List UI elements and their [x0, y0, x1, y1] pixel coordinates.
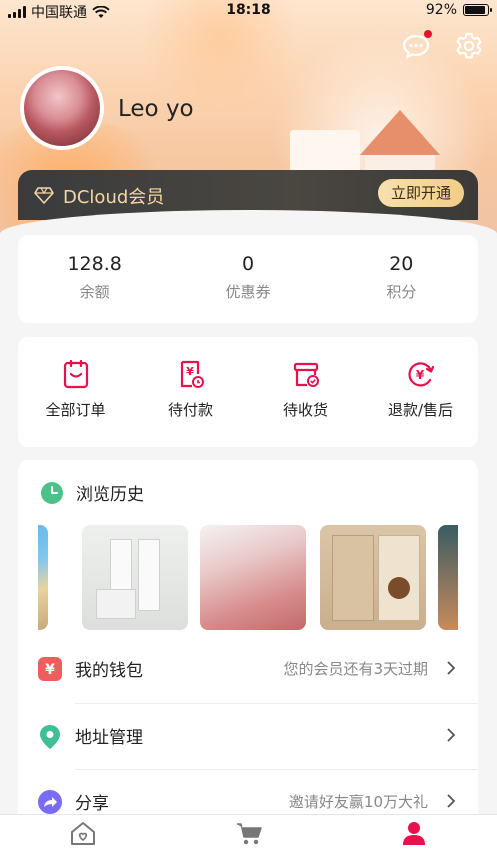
pending-delivery-button[interactable]: 待收货 — [248, 337, 363, 447]
clock: 18:18 — [226, 2, 271, 18]
points-stat[interactable]: 20 积分 — [325, 235, 478, 323]
coupon-stat[interactable]: 0 优惠券 — [171, 235, 324, 323]
pending-payment-button[interactable]: ¥ 待付款 — [133, 337, 248, 447]
avatar[interactable] — [20, 66, 104, 150]
tab-cart[interactable] — [166, 815, 332, 851]
refund-icon: ¥ — [408, 362, 434, 387]
pending-delivery-label: 待收货 — [282, 401, 328, 419]
history-thumbnail[interactable] — [38, 525, 48, 630]
history-header[interactable]: 浏览历史 — [40, 480, 144, 505]
chevron-right-icon — [447, 728, 456, 742]
points-value: 20 — [389, 253, 414, 275]
balance-stat[interactable]: 128.8 余额 — [18, 235, 171, 323]
clock-icon — [41, 481, 63, 504]
bottom-tab-bar — [0, 814, 497, 851]
activate-vip-button[interactable]: 立即开通 — [378, 179, 464, 207]
refund-button[interactable]: ¥ 退款/售后 — [363, 337, 478, 447]
svg-text:¥: ¥ — [415, 368, 424, 382]
refund-label: 退款/售后 — [387, 401, 454, 419]
history-thumbnail[interactable] — [438, 525, 458, 630]
pending-delivery-icon — [293, 362, 319, 387]
home-icon — [70, 822, 95, 845]
chevron-right-icon — [447, 794, 456, 808]
settings-gear-icon[interactable] — [453, 30, 485, 62]
tab-home[interactable] — [0, 815, 166, 851]
history-thumbnails[interactable] — [38, 525, 458, 630]
cart-icon — [236, 823, 262, 845]
history-thumbnail[interactable] — [82, 525, 188, 630]
wallet-row[interactable]: ¥ 我的钱包 您的会员还有3天过期 — [18, 636, 478, 702]
svg-text:¥: ¥ — [45, 662, 55, 678]
battery-icon — [463, 4, 492, 16]
address-label: 地址管理 — [75, 728, 143, 748]
location-pin-icon — [40, 725, 60, 749]
chevron-right-icon — [447, 661, 456, 675]
unread-badge — [424, 30, 432, 38]
tab-profile[interactable] — [331, 815, 497, 851]
orders-panel: 全部订单 ¥ 待付款 待收货 ¥ 退款/售后 — [18, 337, 478, 447]
all-orders-icon — [63, 359, 88, 389]
address-row[interactable]: 地址管理 — [18, 703, 478, 769]
history-title: 浏览历史 — [76, 485, 144, 505]
vip-label: DCloud会员 — [63, 187, 165, 208]
status-bar: 中国联通 18:18 92% — [0, 0, 497, 22]
coupon-label: 优惠券 — [225, 283, 271, 301]
pending-payment-label: 待付款 — [167, 401, 213, 419]
history-panel: 浏览历史 ¥ 我的钱包 您的会员还有3天过期 地址管理 分享 邀请好友赢10万大… — [18, 460, 478, 851]
pending-payment-icon: ¥ — [180, 360, 204, 388]
wallet-icon: ¥ — [38, 657, 62, 681]
username: Leo yo — [118, 96, 194, 122]
all-orders-button[interactable]: 全部订单 — [18, 337, 133, 447]
share-note: 邀请好友赢10万大礼 — [288, 793, 428, 811]
wallet-note: 您的会员还有3天过期 — [283, 660, 428, 678]
balance-label: 余额 — [79, 283, 110, 301]
wallet-label: 我的钱包 — [75, 661, 143, 681]
share-icon — [38, 790, 62, 814]
battery-percent: 92% — [425, 2, 457, 18]
svg-text:¥: ¥ — [186, 365, 194, 378]
history-thumbnail[interactable] — [320, 525, 426, 630]
account-stats: 128.8 余额 0 优惠券 20 积分 — [18, 235, 478, 323]
coupon-value: 0 — [241, 253, 255, 275]
share-label: 分享 — [75, 794, 109, 814]
all-orders-label: 全部订单 — [45, 401, 106, 419]
user-icon — [403, 822, 426, 845]
history-thumbnail[interactable] — [200, 525, 306, 630]
points-label: 积分 — [386, 283, 417, 301]
diamond-icon — [34, 187, 54, 204]
balance-value: 128.8 — [67, 253, 122, 275]
